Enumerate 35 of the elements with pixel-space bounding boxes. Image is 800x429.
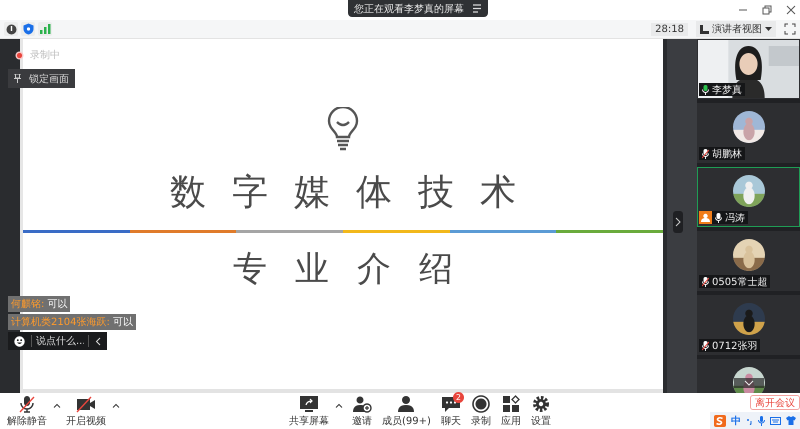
view-mode-button[interactable]: 演讲者视图 [696, 21, 776, 37]
chat-input-field[interactable]: 说点什么... [8, 332, 107, 350]
banner-text: 您正在观看李梦真的屏幕 [354, 2, 464, 16]
recording-label: 录制中 [30, 48, 60, 62]
camera-button[interactable]: 开启视频 [63, 394, 122, 428]
pin-tooltip[interactable]: 锁定画面 [8, 69, 75, 88]
pin-tooltip-label: 锁定画面 [29, 72, 69, 86]
chat-input-text[interactable]: 说点什么... [31, 335, 89, 347]
input-mode-toggle[interactable]: 中 [731, 414, 741, 428]
share-button[interactable]: 共享屏幕 [286, 394, 345, 428]
apps-button[interactable]: 应用 [498, 394, 524, 428]
video-tile[interactable]: 李梦真 [697, 39, 800, 99]
slide-title: 数字媒体技术 [170, 171, 542, 215]
chat-button[interactable]: 聊天 2 [438, 394, 464, 428]
video-tile[interactable]: 冯涛 [697, 167, 800, 227]
participant-name: 李梦真 [712, 84, 742, 96]
members-button[interactable]: 成员(99+) [379, 394, 434, 428]
chat-message-text: 可以 [112, 316, 133, 329]
participant-name: 0712张羽 [712, 340, 758, 352]
meeting-timer: 28:18 [651, 22, 688, 36]
participant-name: 胡鹏林 [712, 148, 742, 160]
participant-name: 冯涛 [725, 212, 745, 224]
slide-subtitle: 专业介绍 [233, 248, 481, 291]
leave-meeting-button[interactable]: 离开会议 [750, 395, 800, 410]
video-tile[interactable]: 胡鹏林 [697, 103, 800, 163]
participant-name: 0505常士超 [712, 276, 768, 288]
video-tile[interactable]: 0712张羽 [697, 295, 800, 355]
record-button[interactable]: 录制 [468, 394, 494, 428]
mic-button[interactable]: 解除静音 [4, 394, 63, 428]
settings-button[interactable]: 设置 [528, 394, 554, 428]
chat-sender: 计算机类2104张海跃: [11, 316, 110, 329]
chat-sender: 何麒铭: [11, 298, 44, 311]
invite-button[interactable]: 邀请 [349, 394, 375, 428]
chat-message-text: 可以 [47, 298, 68, 311]
video-tile[interactable]: 0505常士超 [697, 231, 800, 291]
